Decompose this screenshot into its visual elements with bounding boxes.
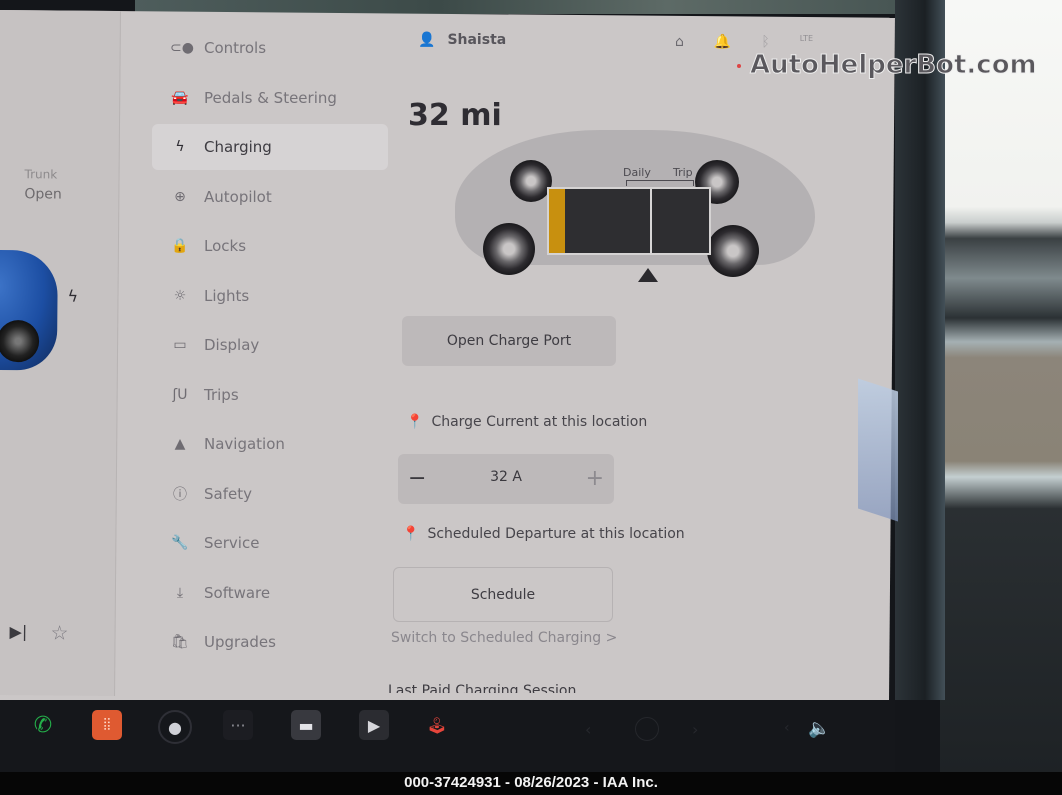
lte-signal-icon: LTE [799, 34, 814, 43]
garage-icon[interactable]: ⌂ [675, 34, 684, 50]
sidebar-item-label: Trips [204, 385, 239, 404]
sidebar-item-charging[interactable]: ϟ Charging [152, 124, 388, 170]
sidebar-item-label: Autopilot [204, 187, 272, 206]
sidebar-item-label: Navigation [204, 435, 285, 453]
front-right-wheel [707, 225, 759, 277]
home-button[interactable] [635, 717, 659, 741]
steering-wheel-icon: ⊕ [174, 188, 186, 205]
battery-pack [547, 187, 711, 255]
schedule-button[interactable]: Schedule [393, 567, 613, 622]
phone-icon[interactable]: ✆ [28, 710, 58, 740]
car-icon: 🚘 [171, 89, 189, 106]
alert-circle-icon: ⓘ [173, 486, 187, 503]
rear-left-wheel [510, 160, 552, 202]
car-status-panel: Trunk Open ϟ ▶| ☆ [0, 10, 121, 697]
sidebar-item-service[interactable]: 🔧 Service [140, 520, 380, 566]
scheduled-departure-text: Scheduled Departure at this location [427, 526, 685, 542]
sidebar-item-controls[interactable]: ⊂● Controls [140, 25, 380, 71]
sidebar-item-label: Controls [204, 39, 267, 57]
shopping-bag-icon: 🛍 [171, 634, 189, 650]
charge-limit-slider-handle[interactable] [638, 268, 658, 282]
display-icon: ▭ [173, 337, 187, 353]
open-charge-port-button[interactable]: Open Charge Port [402, 316, 616, 366]
sidebar-item-label: Software [204, 583, 271, 602]
sidebar-item-label: Pedals & Steering [204, 88, 337, 107]
chevron-right-icon[interactable]: › [692, 720, 698, 739]
trunk-label: Trunk [24, 167, 58, 182]
skip-next-icon[interactable]: ▶| [9, 622, 27, 641]
lock-icon: 🔒 [171, 238, 189, 254]
sidebar-item-locks[interactable]: 🔒 Locks [140, 223, 380, 269]
sidebar-item-software[interactable]: ⤓ Software [140, 570, 380, 616]
sidebar-item-navigation[interactable]: ▲ Navigation [140, 421, 380, 467]
taskbar: ✆ ⦙⦙ ● ··· ▬ ▶ 🕹 ‹ › ‹ 🔈 [0, 700, 895, 772]
sidebar-item-label: Charging [204, 138, 272, 156]
lightning-bolt-icon: ϟ [175, 139, 185, 155]
video-icon[interactable]: ▶ [359, 710, 389, 740]
wrench-icon: 🔧 [171, 535, 189, 551]
sidebar-item-lights[interactable]: ☼ Lights [140, 273, 380, 319]
chevron-left-icon[interactable]: ‹ [585, 720, 591, 739]
sidebar-item-trips[interactable]: ʃU Trips [140, 372, 380, 418]
daily-label: Daily [623, 166, 651, 179]
sidebar-item-label: Safety [204, 484, 252, 503]
charge-port-bolt-icon[interactable]: ϟ [67, 287, 78, 306]
sidebar-item-safety[interactable]: ⓘ Safety [140, 471, 380, 517]
screen-glare [858, 378, 898, 522]
rear-right-wheel [483, 223, 535, 275]
toggle-icon: ⊂● [170, 40, 194, 56]
watermark: AutoHelperBot.com [750, 50, 1038, 81]
sidebar-item-label: Service [204, 534, 260, 552]
settings-sidebar: ⊂● Controls 🚘 Pedals & Steering ϟ Charging ⊕ Au… [140, 25, 388, 669]
status-bar: ⌂ 🔔 ᛒ LTE [675, 34, 813, 50]
sidebar-item-label: Lights [204, 286, 250, 305]
voice-command-icon[interactable]: ⦙⦙ [92, 710, 122, 740]
navigation-arrow-icon: ▲ [174, 436, 186, 452]
charge-range-bracket [626, 180, 694, 186]
last-paid-charging-session: Last Paid Charging Session [388, 683, 577, 693]
download-icon: ⤓ [176, 584, 184, 601]
bell-icon[interactable]: 🔔 [714, 34, 731, 50]
sidebar-item-label: Locks [204, 237, 247, 255]
charge-current-value: 32 A [490, 469, 522, 485]
charge-current-text: Charge Current at this location [431, 414, 648, 430]
scheduled-departure-label: 📍 Scheduled Departure at this location [402, 526, 685, 542]
caption-bar: 000-37424931 - 08/26/2023 - IAA Inc. [0, 772, 1062, 795]
charge-limit-divider [649, 189, 652, 253]
sidebar-item-upgrades[interactable]: 🛍 Upgrades [140, 619, 380, 665]
screen-bezel [895, 0, 945, 700]
charge-current-label: 📍 Charge Current at this location [406, 414, 647, 430]
notification-dot [737, 64, 741, 68]
star-icon[interactable]: ☆ [50, 620, 68, 644]
sidebar-item-label: Upgrades [204, 633, 276, 651]
calendar-icon[interactable]: ▬ [291, 710, 321, 740]
sidebar-item-label: Display [204, 336, 260, 354]
trunk-open-button[interactable]: Open [24, 186, 62, 202]
location-pin-icon: 📍 [402, 526, 420, 542]
bluetooth-icon: ᛒ [761, 34, 770, 50]
games-joystick-icon[interactable]: 🕹 [422, 710, 452, 740]
trip-label: Trip [673, 166, 693, 179]
location-pin-icon: 📍 [406, 414, 424, 430]
camera-icon[interactable]: ● [158, 710, 192, 744]
user-profile[interactable]: 👤 Shaista [418, 32, 506, 48]
volume-icon[interactable]: 🔈 [808, 718, 830, 739]
volume-down-icon[interactable]: ‹ [784, 720, 790, 736]
battery-level-fill [549, 189, 565, 253]
auction-caption: 000-37424931 - 08/26/2023 - IAA Inc. [404, 774, 658, 791]
route-icon: ʃU [172, 386, 188, 403]
increase-current-button[interactable]: + [586, 466, 604, 491]
sidebar-item-autopilot[interactable]: ⊕ Autopilot [140, 174, 380, 220]
sidebar-item-pedals-steering[interactable]: 🚘 Pedals & Steering [140, 75, 380, 121]
more-apps-icon[interactable]: ··· [223, 710, 253, 740]
sidebar-item-display[interactable]: ▭ Display [140, 322, 380, 368]
charge-current-stepper: − 32 A + [398, 454, 614, 504]
background-window [940, 0, 1062, 795]
sun-icon: ☼ [173, 287, 187, 304]
user-name: Shaista [447, 32, 507, 48]
battery-visualization: Daily Trip [455, 125, 830, 290]
person-icon: 👤 [418, 32, 436, 48]
switch-to-scheduled-charging-link[interactable]: Switch to Scheduled Charging > [391, 630, 617, 646]
